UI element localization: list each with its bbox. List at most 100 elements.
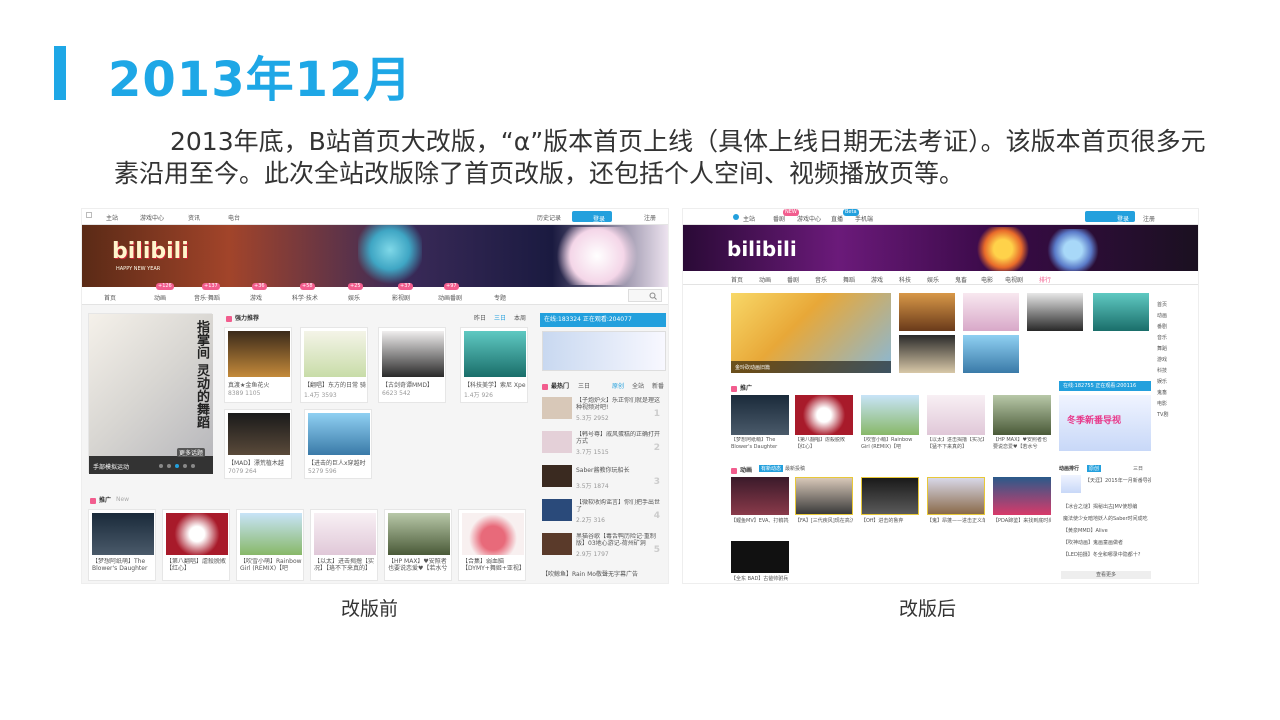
rank-tab[interactable]: 原创 bbox=[1087, 465, 1102, 472]
new-top-thumb[interactable] bbox=[963, 293, 1019, 331]
promo-card[interactable]: 【吹雪小萌】Rainbow Girl (REMIX)【吧 bbox=[236, 509, 304, 581]
rec-card[interactable]: 【翻唱】东方的日常 骑 1.4万 3593 bbox=[300, 327, 368, 403]
promo-card[interactable]: 【HP MAX】♥安照者也要说恋爱♥【若水兮 bbox=[384, 509, 452, 581]
rank-thumb[interactable] bbox=[1061, 475, 1081, 493]
new-logo[interactable]: bilibili bbox=[727, 237, 797, 261]
slider-dot[interactable] bbox=[159, 464, 163, 468]
rank-item[interactable]: 【黄泉MMD】Alive bbox=[1063, 527, 1151, 534]
old-nav-item[interactable]: 娱乐 bbox=[348, 293, 360, 302]
rec-card[interactable]: 【进击的巨人x穿越时 5279 596 bbox=[304, 409, 372, 479]
side-nav-item[interactable]: 动画 bbox=[1157, 312, 1173, 323]
promo-thumb[interactable] bbox=[731, 395, 789, 435]
promo-card[interactable]: 【以太】进击揭撸【实况】【珞不下来真的】 bbox=[310, 509, 378, 581]
old-nav-item[interactable]: 动画番剧 bbox=[438, 293, 462, 302]
old-ad-banner[interactable] bbox=[542, 331, 666, 371]
side-nav-item[interactable]: 娱乐 bbox=[1157, 378, 1173, 389]
hot-tab[interactable]: 三日 bbox=[578, 381, 590, 390]
rec-tab[interactable]: 本周 bbox=[514, 313, 526, 322]
new-nav-item[interactable]: 鬼畜 bbox=[955, 275, 967, 284]
slider-dot[interactable] bbox=[175, 464, 179, 468]
side-nav-item[interactable]: 科技 bbox=[1157, 367, 1173, 378]
anime-thumb[interactable] bbox=[927, 477, 985, 515]
new-register-link[interactable]: 注册 bbox=[1143, 214, 1155, 223]
old-logo[interactable]: bilibili bbox=[112, 239, 189, 264]
promo-card[interactable]: 【合集】弱血脑【DYMY+舞姬+亚视】 bbox=[458, 509, 526, 581]
old-nav-item[interactable]: 科学·技术 bbox=[292, 293, 318, 302]
promo-thumb[interactable] bbox=[993, 395, 1051, 435]
old-topbar-item[interactable]: 主站 bbox=[106, 213, 118, 222]
old-topbar-item[interactable]: 电台 bbox=[228, 213, 240, 222]
rec-card[interactable]: 【科技美学】索尼 Xpe 1.4万 926 bbox=[460, 327, 528, 403]
slider-dot[interactable] bbox=[183, 464, 187, 468]
hot-item[interactable]: 【微软收购谣言】你们把手出世了 2.2万 316 4 bbox=[542, 497, 666, 527]
new-nav-item[interactable]: 游戏 bbox=[871, 275, 883, 284]
rec-card[interactable]: 真渡★金鱼花火 8389 1105 bbox=[224, 327, 292, 403]
new-top-thumb[interactable] bbox=[899, 293, 955, 331]
side-nav-item[interactable]: 电影 bbox=[1157, 400, 1173, 411]
old-slider[interactable]: 指掌间 灵动的舞蹈 手部模拟运动 更多话题 bbox=[88, 313, 213, 474]
new-slider[interactable]: 金玲砍动画旧篇 bbox=[731, 293, 891, 373]
hot-tab[interactable]: 新番 bbox=[652, 381, 664, 390]
hot-item[interactable]: Saber酱教你玩船长 3.5万 1874 3 bbox=[542, 463, 666, 493]
new-topbar-item[interactable]: 直播 bbox=[831, 214, 843, 223]
new-nav-item[interactable]: 动画 bbox=[759, 275, 771, 284]
rank-item[interactable]: 【冰合之谜】揭秘出古JMV使想编 bbox=[1063, 503, 1151, 510]
side-nav-item[interactable]: 番剧 bbox=[1157, 323, 1173, 334]
slider-more-button[interactable]: 更多话题 bbox=[177, 448, 206, 457]
promo-card[interactable]: 【第八翻唱】虐殺脱敗【红心】 bbox=[162, 509, 230, 581]
rank-item[interactable]: 魔法使少女暗地妖人的Saber时间成吃 bbox=[1063, 515, 1151, 522]
hot-item[interactable]: 黑猫谷歌【毒舌鸭历险记·重制版】03地心游记-荷州矿洞 2.9万 1797 5 bbox=[542, 531, 666, 561]
side-nav-item[interactable]: 鬼畜 bbox=[1157, 389, 1173, 400]
old-topbar-item[interactable]: 游戏中心 bbox=[140, 213, 164, 222]
new-live-bar[interactable]: 在线:182755 正在观看:200116 bbox=[1059, 381, 1151, 391]
new-top-thumb[interactable] bbox=[963, 335, 1019, 373]
rank-item[interactable]: 【LED拍摄】冬全和哪录中隐都十? bbox=[1063, 551, 1151, 558]
old-nav-item[interactable]: 动画 bbox=[154, 293, 166, 302]
anime-tab[interactable]: 最新投稿 bbox=[785, 465, 805, 472]
rec-card[interactable]: 【古剑奇谭MMD】 6623 542 bbox=[378, 327, 446, 403]
anime-thumb[interactable] bbox=[795, 477, 853, 515]
rec-tab[interactable]: 昨日 bbox=[474, 313, 486, 322]
anime-tab[interactable]: 有新动态 bbox=[759, 465, 784, 472]
old-history-link[interactable]: 历史记录 bbox=[537, 213, 561, 222]
old-login-button[interactable]: 登录 bbox=[572, 211, 612, 223]
rank-item[interactable]: 【吹神动画】鬼画童画做者 bbox=[1063, 539, 1151, 546]
anime-thumb[interactable] bbox=[861, 477, 919, 515]
old-search-box[interactable] bbox=[628, 289, 662, 302]
promo-thumb[interactable] bbox=[861, 395, 919, 435]
new-nav-item[interactable]: 舞蹈 bbox=[843, 275, 855, 284]
hot-item[interactable]: 【吹鲸鱼】Rain Mo敬聲无字幕广告 bbox=[542, 567, 666, 579]
new-promo-banner[interactable]: 冬季新番导视 bbox=[1059, 395, 1151, 451]
side-nav-item[interactable]: 舞蹈 bbox=[1157, 345, 1173, 356]
new-nav-item[interactable]: 番剧 bbox=[787, 275, 799, 284]
old-nav-item[interactable]: 首页 bbox=[104, 293, 116, 302]
new-nav-item[interactable]: 音乐 bbox=[815, 275, 827, 284]
anime-thumb[interactable] bbox=[993, 477, 1051, 515]
slider-dot[interactable] bbox=[191, 464, 195, 468]
new-nav-item[interactable]: 排行 bbox=[1039, 275, 1051, 284]
old-topbar-item[interactable]: 资讯 bbox=[188, 213, 200, 222]
new-nav-item[interactable]: 娱乐 bbox=[927, 275, 939, 284]
rank-more-button[interactable]: 查看更多 bbox=[1061, 571, 1151, 579]
new-topbar-item[interactable]: 主站 bbox=[743, 214, 755, 223]
new-nav-item[interactable]: 电影 bbox=[981, 275, 993, 284]
hot-tab[interactable]: 全站 bbox=[632, 381, 644, 390]
side-nav-item[interactable]: 首页 bbox=[1157, 301, 1173, 312]
rank-item[interactable]: 【天涯】2015年一月新番导视盘点 bbox=[1085, 477, 1151, 484]
hot-tab[interactable]: 原创 bbox=[612, 381, 624, 390]
side-nav-item[interactable]: 游戏 bbox=[1157, 356, 1173, 367]
new-login-button[interactable]: 登录 bbox=[1085, 211, 1135, 223]
new-top-thumb[interactable] bbox=[1093, 293, 1149, 331]
anime-thumb[interactable] bbox=[731, 541, 789, 573]
rank-tab[interactable]: 三日 bbox=[1133, 465, 1143, 472]
side-nav-item[interactable]: 音乐 bbox=[1157, 334, 1173, 345]
slider-dot[interactable] bbox=[167, 464, 171, 468]
old-nav-item[interactable]: 音乐·舞蹈 bbox=[194, 293, 220, 302]
new-top-thumb[interactable] bbox=[899, 335, 955, 373]
old-nav-item[interactable]: 影视剧 bbox=[392, 293, 410, 302]
anime-thumb[interactable] bbox=[731, 477, 789, 515]
new-nav-item[interactable]: 首页 bbox=[731, 275, 743, 284]
new-topbar-item[interactable]: 游戏中心 bbox=[797, 214, 821, 223]
old-live-bar[interactable]: 在线:183324 正在观看:204077 bbox=[540, 313, 666, 327]
new-nav-item[interactable]: 电视剧 bbox=[1005, 275, 1023, 284]
